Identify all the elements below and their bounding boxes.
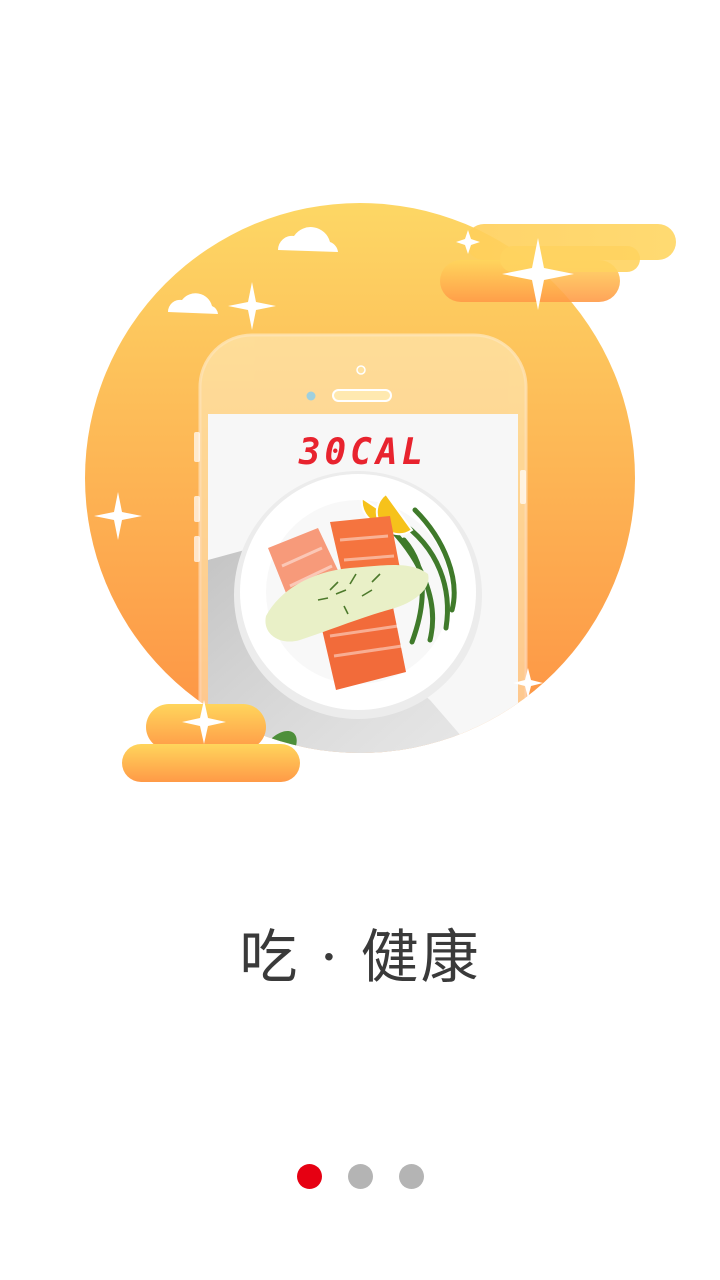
calorie-display: 30CAL	[298, 432, 427, 473]
cloud-icon	[440, 224, 676, 302]
onboarding-slogan: 吃 · 健康	[239, 923, 481, 991]
page-indicator	[0, 1164, 720, 1190]
salmon-plate-illustration	[234, 471, 482, 719]
page-dot-2[interactable]	[347, 1164, 373, 1189]
page-dot-1[interactable]	[296, 1164, 322, 1189]
onboarding-illustration: 30CAL	[85, 203, 676, 782]
page-dot-3[interactable]	[398, 1164, 424, 1189]
